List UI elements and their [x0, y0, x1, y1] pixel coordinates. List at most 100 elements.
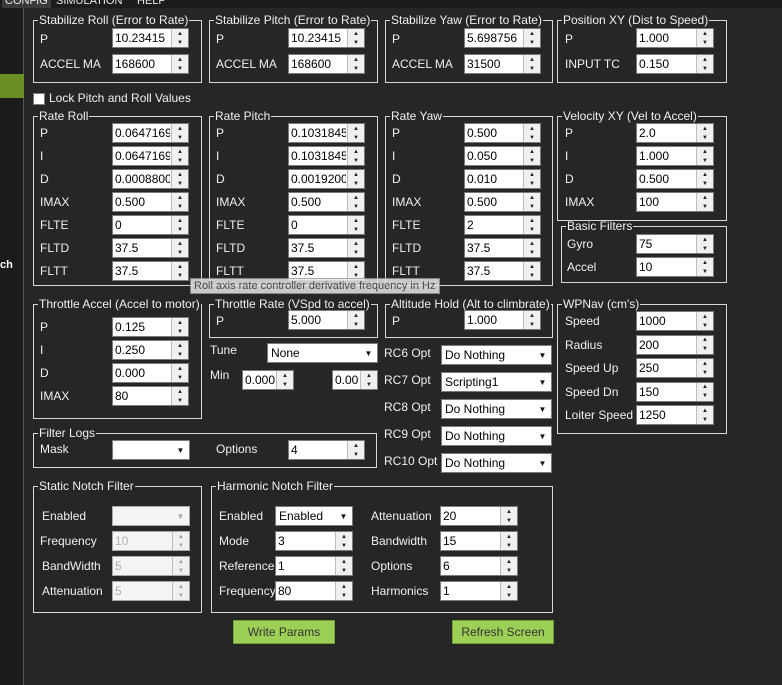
rate-yaw-input[interactable]: 0.500 ▲ ▼ [464, 123, 541, 143]
spin-up-icon[interactable]: ▲ [501, 557, 517, 566]
mask-select[interactable]: ▼ [112, 440, 190, 460]
spinner[interactable]: ▲ ▼ [696, 29, 713, 47]
spin-up-icon[interactable]: ▲ [348, 239, 364, 248]
wpnav-input[interactable]: 1250 ▲ ▼ [636, 405, 714, 425]
spin-down-icon[interactable]: ▼ [524, 320, 540, 329]
spinner[interactable]: ▲ ▼ [171, 147, 188, 165]
spinner[interactable]: ▲ ▼ [696, 55, 713, 73]
accel-filter-input[interactable]: 10 ▲ ▼ [636, 257, 714, 277]
throttle-accel-input[interactable]: 80 ▲ ▼ [112, 386, 189, 406]
spin-up-icon[interactable]: ▲ [524, 147, 540, 156]
tune-max-input[interactable]: 0.000 ▲▼ [332, 370, 378, 390]
spin-up-icon[interactable]: ▲ [172, 55, 188, 64]
harmonic-bandwidth-input[interactable]: 15 ▲ ▼ [440, 531, 518, 551]
spin-down-icon[interactable]: ▼ [501, 591, 517, 600]
spinner[interactable]: ▲ ▼ [696, 193, 713, 211]
spinner[interactable]: ▲ ▼ [276, 371, 293, 389]
spin-down-icon[interactable]: ▼ [524, 271, 540, 280]
static-attenuation-input[interactable]: 5 ▲ ▼ [112, 581, 190, 601]
rate-yaw-input[interactable]: 2 ▲ ▼ [464, 215, 541, 235]
rate-pitch-input[interactable]: 0.1031845 ▲ ▼ [288, 123, 365, 143]
spinner[interactable]: ▲ ▼ [171, 124, 188, 142]
spin-down-icon[interactable]: ▼ [697, 38, 713, 47]
pos-xy-p-input[interactable]: 1.000 ▲ ▼ [636, 28, 714, 48]
spin-down-icon[interactable]: ▼ [172, 156, 188, 165]
spinner[interactable]: ▲ ▼ [523, 147, 540, 165]
spin-down-icon[interactable]: ▼ [524, 64, 540, 73]
harmonic-attenuation-input[interactable]: 20 ▲ ▼ [440, 506, 518, 526]
rate-yaw-input[interactable]: 37.5 ▲ ▼ [464, 238, 541, 258]
pos-xy-input-tc-input[interactable]: 0.150 ▲ ▼ [636, 54, 714, 74]
harmonic-frequency-input[interactable]: 80 ▲ ▼ [275, 581, 353, 601]
spin-down-icon[interactable]: ▼ [336, 591, 352, 600]
spinner[interactable]: ▲ ▼ [696, 170, 713, 188]
spin-up-icon[interactable]: ▲ [697, 312, 713, 321]
menu-simulation[interactable]: SIMULATION [56, 0, 122, 8]
spinner[interactable]: ▲ ▼ [171, 239, 188, 257]
spin-up-icon[interactable]: ▲ [172, 318, 188, 327]
spin-up-icon[interactable]: ▲ [336, 582, 352, 591]
spin-up-icon[interactable]: ▲ [524, 262, 540, 271]
refresh-screen-button[interactable]: Refresh Screen [452, 620, 554, 644]
rate-roll-input[interactable]: 0.06471697▲▼ [112, 146, 189, 166]
spin-down-icon[interactable]: ▼ [348, 133, 364, 142]
stab-roll-accel-input[interactable]: 168600 ▲ ▼ [112, 54, 189, 74]
spin-down-icon[interactable]: ▼ [524, 156, 540, 165]
write-params-button[interactable]: Write Params [233, 620, 335, 644]
spin-up-icon[interactable]: ▲ [348, 216, 364, 225]
stab-pitch-accel-input[interactable]: 168600 ▲ ▼ [288, 54, 365, 74]
spinner[interactable]: ▲ ▼ [347, 29, 364, 47]
rate-roll-input[interactable]: 0.00088000▲▼ [112, 169, 189, 189]
spin-down-icon[interactable]: ▼ [348, 225, 364, 234]
spin-up-icon[interactable]: ▲ [697, 55, 713, 64]
rate-pitch-input[interactable]: 0.00192000▲▼ [288, 169, 365, 189]
spin-down-icon[interactable]: ▼ [697, 321, 713, 330]
spin-up-icon[interactable]: ▲ [348, 29, 364, 38]
spinner[interactable]: ▲ ▼ [696, 124, 713, 142]
spin-up-icon[interactable]: ▲ [173, 582, 189, 591]
spinner[interactable]: ▲ ▼ [347, 193, 364, 211]
chevron-down-icon[interactable]: ▼ [335, 507, 352, 525]
rate-yaw-input[interactable]: 0.010 ▲ ▼ [464, 169, 541, 189]
spinner[interactable]: ▲ ▼ [171, 55, 188, 73]
spin-down-icon[interactable]: ▼ [172, 64, 188, 73]
harmonic-options-input[interactable]: 6 ▲ ▼ [440, 556, 518, 576]
spin-up-icon[interactable]: ▲ [697, 258, 713, 267]
harmonic-harmonics-input[interactable]: 1 ▲ ▼ [440, 581, 518, 601]
spin-down-icon[interactable]: ▼ [697, 133, 713, 142]
spin-down-icon[interactable]: ▼ [524, 179, 540, 188]
spin-down-icon[interactable]: ▼ [697, 368, 713, 377]
spin-up-icon[interactable]: ▲ [336, 557, 352, 566]
spin-up-icon[interactable]: ▲ [697, 406, 713, 415]
static-bandwidth-input[interactable]: 5 ▲ ▼ [112, 556, 190, 576]
spin-up-icon[interactable]: ▲ [697, 29, 713, 38]
spin-down-icon[interactable]: ▼ [348, 248, 364, 257]
spin-up-icon[interactable]: ▲ [524, 124, 540, 133]
spinner[interactable]: ▲ ▼ [523, 239, 540, 257]
spin-down-icon[interactable]: ▼ [697, 392, 713, 401]
spin-up-icon[interactable]: ▲ [348, 193, 364, 202]
spin-up-icon[interactable]: ▲ [697, 193, 713, 202]
spin-up-icon[interactable]: ▲ [348, 124, 364, 133]
spin-down-icon[interactable]: ▼ [524, 248, 540, 257]
spin-down-icon[interactable]: ▼ [697, 202, 713, 211]
rate-roll-input[interactable]: 0.06471697▲▼ [112, 123, 189, 143]
rate-roll-input[interactable]: 37.5 ▲ ▼ [112, 261, 189, 281]
spinner[interactable]: ▲ ▼ [171, 318, 188, 336]
spin-up-icon[interactable]: ▲ [173, 557, 189, 566]
spin-down-icon[interactable]: ▼ [348, 38, 364, 47]
spin-up-icon[interactable]: ▲ [697, 359, 713, 368]
spinner[interactable]: ▲ ▼ [171, 29, 188, 47]
spin-down-icon[interactable]: ▼ [173, 541, 189, 550]
spin-up-icon[interactable]: ▲ [501, 582, 517, 591]
spinner[interactable]: ▲ ▼ [335, 582, 352, 600]
spin-down-icon[interactable]: ▼ [336, 566, 352, 575]
spin-down-icon[interactable]: ▼ [697, 244, 713, 253]
harmonic-mode-input[interactable]: 3 ▲ ▼ [275, 531, 353, 551]
spin-up-icon[interactable]: ▲ [172, 170, 188, 179]
velocity-xy-input[interactable]: 100 ▲ ▼ [636, 192, 714, 212]
spinner[interactable]: ▲ ▼ [172, 582, 189, 600]
spin-down-icon[interactable]: ▼ [697, 156, 713, 165]
spin-up-icon[interactable]: ▲ [524, 29, 540, 38]
rate-roll-input[interactable]: 0.500 ▲ ▼ [112, 192, 189, 212]
